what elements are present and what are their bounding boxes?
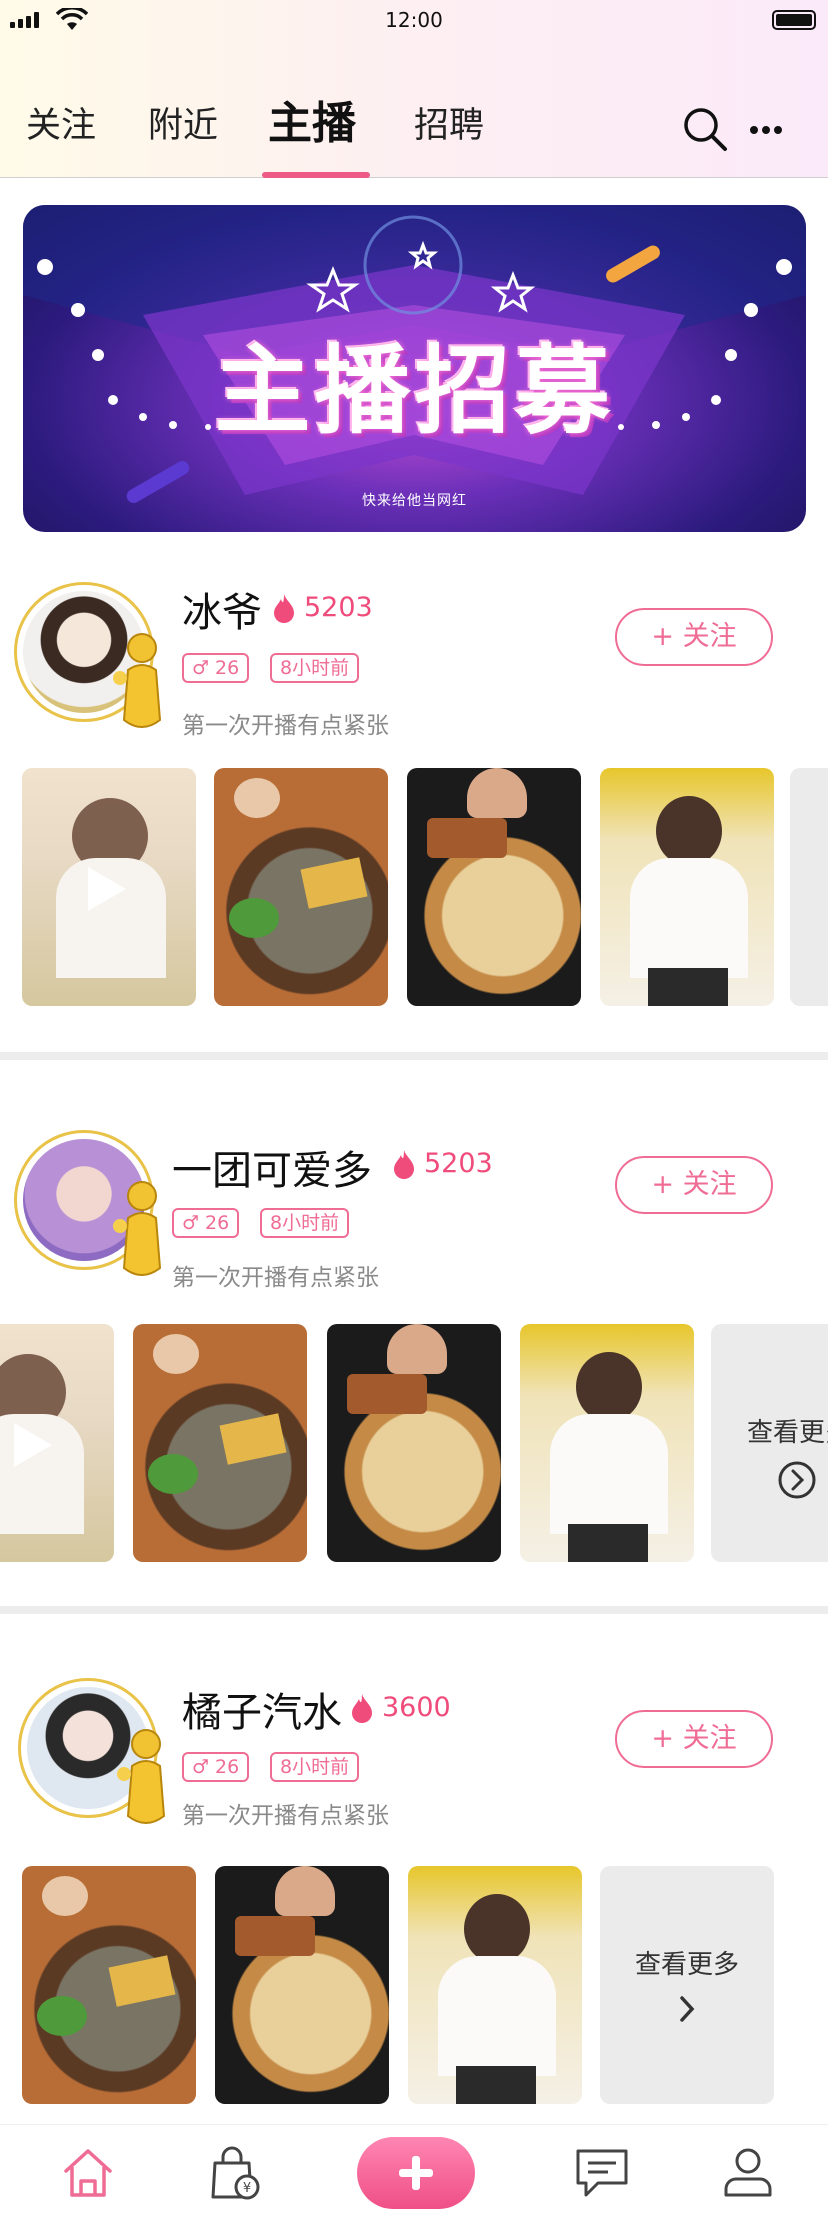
follow-button[interactable]: + 关注 [615, 608, 773, 666]
streamer-name[interactable]: 橘子汽水 [182, 1680, 342, 1738]
recruit-banner[interactable]: 主播招募 快来给他当网红 [23, 205, 806, 532]
tab-streamers[interactable]: 主播 [268, 94, 356, 154]
media-row [0, 768, 828, 1008]
age-value: 26 [215, 657, 240, 679]
avatar[interactable] [18, 1678, 168, 1828]
status-time: 12:00 [385, 8, 443, 32]
last-online-value: 8小时前 [280, 657, 350, 679]
follow-button[interactable]: + 关注 [615, 1710, 773, 1768]
heat-count: 5203 [272, 592, 373, 623]
profile-icon[interactable] [718, 2143, 778, 2203]
search-icon[interactable] [682, 106, 728, 152]
video-thumbnail[interactable] [0, 1324, 114, 1562]
golden-figure-icon [113, 633, 162, 728]
heat-count: 5203 [392, 1148, 493, 1179]
last-online-badge: 8小时前 [260, 1208, 350, 1238]
streamer-card: 冰爷 5203 ♂ 26 8小时前 第一次开播有点紧张 + 关注 [0, 560, 828, 1020]
male-icon: ♂ [192, 657, 210, 679]
gender-age-badge: ♂ 26 [182, 1752, 250, 1782]
wallet-bag-icon[interactable]: ¥ [205, 2143, 265, 2203]
tab-follow[interactable]: 关注 [26, 96, 96, 156]
male-icon: ♂ [182, 1212, 200, 1234]
avatar[interactable] [14, 582, 164, 732]
last-online-value: 8小时前 [280, 1756, 350, 1778]
avatar[interactable] [14, 1130, 164, 1280]
view-more-card[interactable]: 查看更多 [711, 1324, 828, 1562]
tab-recruit[interactable]: 招聘 [414, 96, 484, 156]
heat-count: 3600 [350, 1692, 451, 1723]
flame-icon [394, 1149, 414, 1179]
age-value: 26 [205, 1212, 230, 1234]
gender-age-badge: ♂ 26 [172, 1208, 240, 1238]
tab-nearby[interactable]: 附近 [148, 96, 218, 156]
play-icon[interactable] [84, 864, 128, 914]
photo-thumbnail[interactable] [600, 768, 774, 1006]
photo-thumbnail[interactable] [22, 1866, 196, 2104]
battery-icon [772, 10, 816, 30]
create-button[interactable] [357, 2137, 475, 2209]
photo-thumbnail[interactable] [327, 1324, 501, 1562]
photo-thumbnail[interactable] [215, 1866, 389, 2104]
heat-value: 5203 [304, 592, 373, 623]
active-tab-indicator [262, 172, 370, 178]
gender-age-badge: ♂ 26 [182, 653, 250, 683]
view-more-card[interactable]: 查看更多 [600, 1866, 774, 2104]
chevron-right-icon [680, 1996, 695, 2022]
bottom-nav: ¥ [0, 2124, 828, 2226]
streamer-card: 一团可爱多 5203 ♂ 26 8小时前 第一次开播有点紧张 + 关注 查看更 [0, 1112, 828, 1572]
heat-value: 3600 [382, 1692, 451, 1723]
photo-thumbnail[interactable] [407, 768, 581, 1006]
streamer-bio: 第一次开播有点紧张 [182, 713, 389, 739]
age-value: 26 [215, 1756, 240, 1778]
golden-figure-icon [113, 1181, 162, 1276]
last-online-badge: 8小时前 [270, 653, 360, 683]
last-online-badge: 8小时前 [270, 1752, 360, 1782]
photo-thumbnail[interactable] [214, 768, 388, 1006]
app-header: 12:00 关注 附近 主播 招聘 [0, 0, 828, 178]
follow-button[interactable]: + 关注 [615, 1156, 773, 1214]
heat-value: 5203 [424, 1148, 493, 1179]
view-more-card[interactable] [790, 768, 828, 1006]
home-icon[interactable] [58, 2143, 118, 2203]
streamer-card: 橘子汽水 3600 ♂ 26 8小时前 第一次开播有点紧张 + 关注 查看更多 [0, 1660, 828, 2120]
section-divider [0, 1052, 828, 1060]
male-icon: ♂ [192, 1756, 210, 1778]
media-row: 查看更多 [0, 1866, 828, 2106]
golden-figure-icon [117, 1729, 166, 1824]
flame-icon [274, 593, 294, 623]
svg-text:¥: ¥ [243, 2181, 251, 2196]
status-bar: 12:00 [0, 0, 828, 44]
view-more-label: 查看更多 [634, 1950, 739, 1980]
streamer-bio: 第一次开播有点紧张 [182, 1803, 389, 1829]
photo-thumbnail[interactable] [520, 1324, 694, 1562]
streamer-name[interactable]: 冰爷 [182, 580, 262, 638]
more-icon[interactable] [748, 112, 784, 148]
play-icon[interactable] [10, 1420, 54, 1470]
video-thumbnail[interactable] [22, 768, 196, 1006]
chevron-right-circle-icon [778, 1461, 816, 1499]
streamer-bio: 第一次开播有点紧张 [172, 1265, 379, 1291]
banner-subtitle: 快来给他当网红 [362, 493, 467, 509]
streamer-name[interactable]: 一团可爱多 [172, 1138, 372, 1196]
section-divider [0, 1606, 828, 1614]
photo-thumbnail[interactable] [408, 1866, 582, 2104]
message-icon[interactable] [572, 2143, 632, 2203]
last-online-value: 8小时前 [270, 1212, 340, 1234]
flame-icon [352, 1693, 372, 1723]
media-row: 查看更多 [0, 1324, 828, 1564]
photo-thumbnail[interactable] [133, 1324, 307, 1562]
view-more-label: 查看更多 [747, 1418, 828, 1448]
banner-title: 主播招募 [214, 334, 615, 447]
plus-icon [399, 2156, 433, 2190]
